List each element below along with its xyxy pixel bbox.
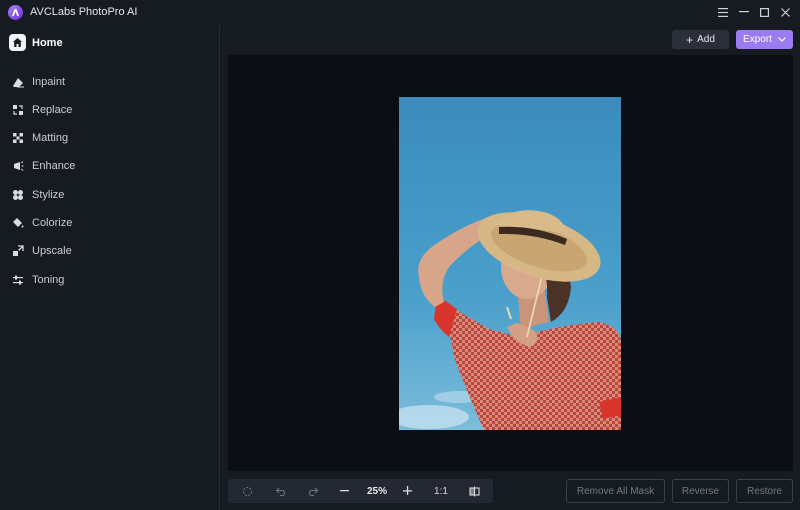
compare-icon[interactable] xyxy=(463,479,485,503)
app-title: AVCLabs PhotoPro AI xyxy=(30,6,138,18)
sidebar-home-label: Home xyxy=(32,36,63,49)
maximize-icon[interactable] xyxy=(755,4,773,20)
photo-preview[interactable] xyxy=(399,97,621,430)
sidebar-item-label: Matting xyxy=(32,132,69,144)
upscale-icon xyxy=(12,245,24,257)
sidebar-item-colorize[interactable]: Colorize xyxy=(12,215,72,231)
matting-icon xyxy=(12,132,24,144)
sidebar-item-stylize[interactable]: Stylize xyxy=(12,187,64,203)
actual-size-button[interactable]: 1:1 xyxy=(430,479,452,503)
minimize-icon[interactable] xyxy=(735,4,753,20)
replace-icon xyxy=(12,104,24,116)
restore-button[interactable]: Restore xyxy=(736,479,793,503)
plus-icon: + xyxy=(686,32,694,47)
add-button-label: Add xyxy=(697,34,715,45)
sidebar-item-matting[interactable]: Matting xyxy=(12,130,68,146)
title-bar: AVCLabs PhotoPro AI xyxy=(0,0,800,25)
sidebar-item-upscale[interactable]: Upscale xyxy=(12,243,72,259)
restore-label: Restore xyxy=(746,485,782,497)
sidebar-item-label: Stylize xyxy=(32,189,65,201)
sidebar-item-label: Replace xyxy=(32,104,73,116)
sidebar-item-replace[interactable]: Replace xyxy=(12,102,72,118)
zoom-out-icon[interactable] xyxy=(334,479,356,503)
select-icon[interactable] xyxy=(236,479,258,503)
eraser-icon xyxy=(12,76,24,88)
zoom-in-icon[interactable] xyxy=(397,479,419,503)
enhance-icon xyxy=(12,160,24,172)
remove-all-mask-label: Remove All Mask xyxy=(576,485,655,497)
reverse-label: Reverse xyxy=(681,485,720,497)
sidebar-item-label: Upscale xyxy=(32,245,72,257)
close-icon[interactable] xyxy=(776,4,794,20)
hamburger-icon[interactable] xyxy=(714,4,732,20)
bottom-toolbar xyxy=(228,479,493,503)
sidebar-item-label: Colorize xyxy=(32,217,73,229)
sidebar-item-home[interactable]: Home xyxy=(9,34,63,51)
sidebar-item-toning[interactable]: Toning xyxy=(12,272,64,288)
add-button[interactable]: + Add xyxy=(672,30,729,49)
remove-all-mask-button[interactable]: Remove All Mask xyxy=(566,479,665,503)
redo-icon[interactable] xyxy=(302,479,324,503)
toning-icon xyxy=(12,274,24,286)
export-button-label: Export xyxy=(743,34,772,45)
stylize-icon xyxy=(12,189,24,201)
sidebar-item-enhance[interactable]: Enhance xyxy=(12,158,75,174)
zoom-level: 25% xyxy=(366,485,387,497)
colorize-icon xyxy=(12,217,24,229)
undo-icon[interactable] xyxy=(269,479,291,503)
sidebar-item-label: Toning xyxy=(32,274,65,286)
app-logo-icon xyxy=(8,5,23,20)
sidebar-item-label: Inpaint xyxy=(32,76,66,88)
sidebar: Home Inpaint Replace Matting Enhance Sty… xyxy=(0,25,220,510)
sidebar-item-inpaint[interactable]: Inpaint xyxy=(12,74,65,90)
sidebar-item-label: Enhance xyxy=(32,160,76,172)
chevron-down-icon xyxy=(778,34,786,45)
export-button[interactable]: Export xyxy=(736,30,793,49)
reverse-button[interactable]: Reverse xyxy=(672,479,729,503)
home-icon xyxy=(9,34,26,51)
